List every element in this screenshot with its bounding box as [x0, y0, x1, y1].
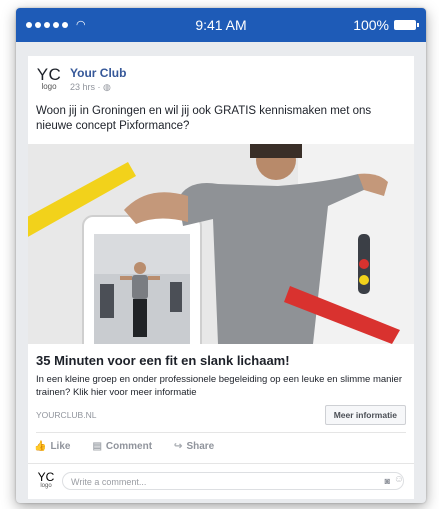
post-timestamp[interactable]: 23 hrs · ◍ [70, 82, 111, 93]
post-text: Woon jij in Groningen en wil jij ook GRA… [36, 105, 372, 132]
thumbs-up-icon: 👍 [34, 441, 47, 452]
comment-icon: ▤ [92, 441, 102, 452]
comment-button[interactable]: ▤ Comment [92, 441, 152, 452]
link-title[interactable]: 35 Minuten voor een fit en slank lichaam… [36, 353, 290, 368]
post-header: YC logo Your Club 23 hrs · ◍ [28, 56, 414, 100]
battery-percentage: 100% [353, 17, 389, 33]
post-card: YC logo Your Club 23 hrs · ◍ Woon jij in… [28, 56, 414, 499]
comment-input[interactable]: Write a comment... [62, 472, 404, 490]
share-button[interactable]: ↪ Share [174, 441, 214, 452]
link-domain: YOURCLUB.NL [36, 410, 97, 420]
link-preview-image[interactable] [28, 144, 414, 344]
share-icon: ↪ [174, 441, 183, 452]
status-bar: ◠ 9:41 AM 100% [16, 8, 426, 42]
like-button[interactable]: 👍 Like [34, 441, 70, 452]
divider [36, 432, 406, 433]
comment-row: YC logo Write a comment... ◙ ☺ [28, 463, 414, 500]
page-name-link[interactable]: Your Club [70, 66, 126, 80]
commenter-avatar: YC logo [37, 470, 55, 489]
page-avatar[interactable]: YC logo [36, 66, 62, 91]
fitness-photo-illustration [28, 144, 414, 344]
phone-frame: ◠ 9:41 AM 100% YC logo Your Club 23 hrs … [16, 8, 426, 503]
post-actions: 👍 Like ▤ Comment ↪ Share [34, 441, 214, 452]
more-info-button[interactable]: Meer informatie [324, 405, 406, 425]
battery-icon [394, 20, 419, 30]
link-description: In een kleine groep en onder professione… [36, 374, 402, 398]
camera-icon[interactable]: ◙ [385, 476, 390, 486]
emoji-icon[interactable]: ☺ [394, 474, 404, 485]
